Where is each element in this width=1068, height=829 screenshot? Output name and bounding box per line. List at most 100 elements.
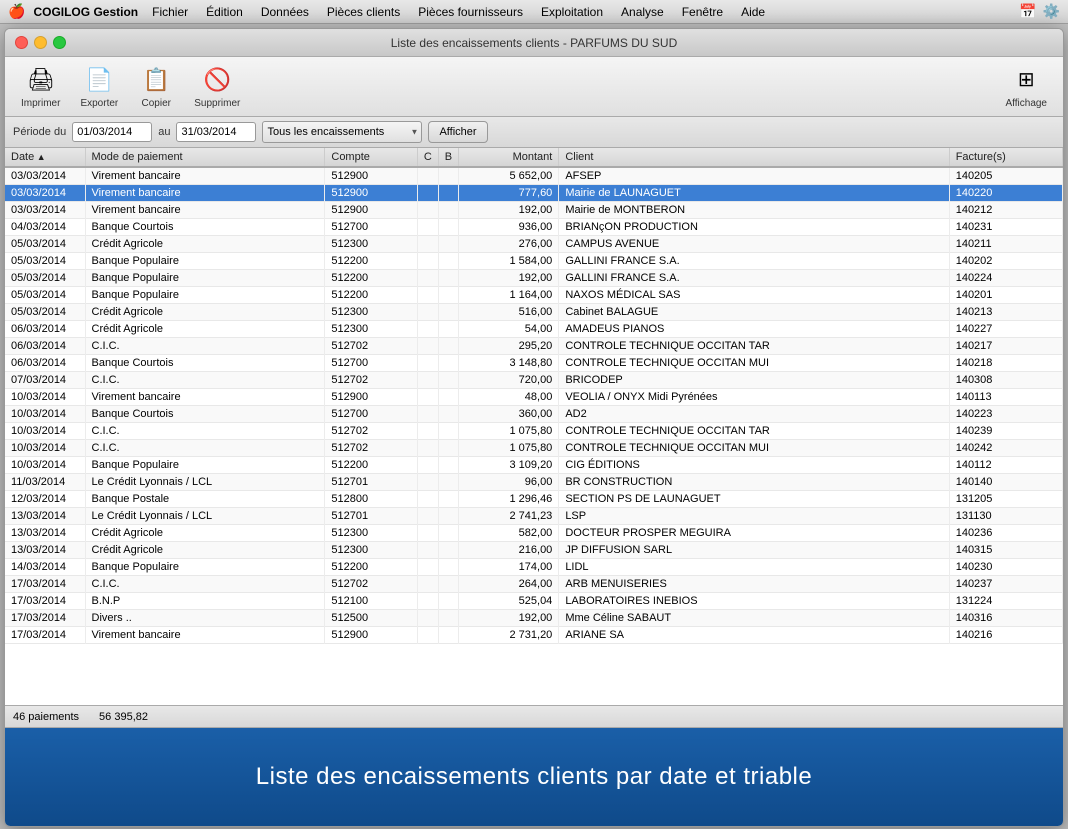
table-cell: 2 731,20: [459, 627, 559, 644]
table-row[interactable]: 06/03/2014C.I.C.512702295,20CONTROLE TEC…: [5, 338, 1063, 355]
col-factures[interactable]: Facture(s): [949, 148, 1062, 167]
table-row[interactable]: 11/03/2014Le Crédit Lyonnais / LCL512701…: [5, 474, 1063, 491]
table-row[interactable]: 07/03/2014C.I.C.512702720,00BRICODEP1403…: [5, 372, 1063, 389]
table-cell: 05/03/2014: [5, 287, 85, 304]
table-row[interactable]: 17/03/2014Virement bancaire5129002 731,2…: [5, 627, 1063, 644]
table-cell: 06/03/2014: [5, 338, 85, 355]
table-cell: ARIANE SA: [559, 627, 949, 644]
imprimer-label: Imprimer: [21, 98, 60, 109]
col-client[interactable]: Client: [559, 148, 949, 167]
bottom-banner-text: Liste des encaissements clients par date…: [256, 763, 812, 791]
date-from-input[interactable]: [72, 122, 152, 142]
table-cell: [438, 202, 458, 219]
afficher-button[interactable]: Afficher: [428, 121, 487, 143]
table-cell: 17/03/2014: [5, 610, 85, 627]
table-row[interactable]: 03/03/2014Virement bancaire512900777,60M…: [5, 185, 1063, 202]
table-row[interactable]: 05/03/2014Banque Populaire5122001 164,00…: [5, 287, 1063, 304]
table-cell: 512200: [325, 457, 417, 474]
table-row[interactable]: 14/03/2014Banque Populaire512200174,00LI…: [5, 559, 1063, 576]
table-cell: [417, 202, 438, 219]
table-cell: [438, 372, 458, 389]
menu-pieces-clients[interactable]: Pièces clients: [319, 0, 408, 24]
menu-aide[interactable]: Aide: [733, 0, 773, 24]
copier-button[interactable]: 📋 Copier: [130, 60, 182, 113]
table-row[interactable]: 10/03/2014C.I.C.5127021 075,80CONTROLE T…: [5, 423, 1063, 440]
filter-select[interactable]: Tous les encaissements Non lettrés Lettr…: [262, 121, 422, 143]
table-row[interactable]: 10/03/2014Banque Courtois512700360,00AD2…: [5, 406, 1063, 423]
table-row[interactable]: 13/03/2014Crédit Agricole512300582,00DOC…: [5, 525, 1063, 542]
table-cell: [417, 457, 438, 474]
table-cell: 03/03/2014: [5, 185, 85, 202]
table-cell: ARB MENUISERIES: [559, 576, 949, 593]
table-cell: Crédit Agricole: [85, 321, 325, 338]
table-row[interactable]: 06/03/2014Crédit Agricole51230054,00AMAD…: [5, 321, 1063, 338]
menu-exploitation[interactable]: Exploitation: [533, 0, 611, 24]
table-row[interactable]: 06/03/2014Banque Courtois5127003 148,80C…: [5, 355, 1063, 372]
col-c[interactable]: C: [417, 148, 438, 167]
table-cell: [438, 321, 458, 338]
col-b[interactable]: B: [438, 148, 458, 167]
close-button[interactable]: [15, 36, 28, 49]
app-name[interactable]: COGILOG Gestion: [33, 5, 138, 19]
table-cell: [438, 610, 458, 627]
table-row[interactable]: 17/03/2014C.I.C.512702264,00ARB MENUISER…: [5, 576, 1063, 593]
table-cell: 512701: [325, 508, 417, 525]
table-row[interactable]: 13/03/2014Crédit Agricole512300216,00JP …: [5, 542, 1063, 559]
maximize-button[interactable]: [53, 36, 66, 49]
table-cell: [417, 338, 438, 355]
table-cell: 17/03/2014: [5, 593, 85, 610]
table-row[interactable]: 10/03/2014Virement bancaire51290048,00VE…: [5, 389, 1063, 406]
table-row[interactable]: 05/03/2014Banque Populaire5122001 584,00…: [5, 253, 1063, 270]
table-cell: 512200: [325, 287, 417, 304]
table-cell: 03/03/2014: [5, 202, 85, 219]
menu-fenetre[interactable]: Fenêtre: [674, 0, 731, 24]
table-cell: 140315: [949, 542, 1062, 559]
table-row[interactable]: 10/03/2014Banque Populaire5122003 109,20…: [5, 457, 1063, 474]
col-mode[interactable]: Mode de paiement: [85, 148, 325, 167]
menu-pieces-fournisseurs[interactable]: Pièces fournisseurs: [410, 0, 531, 24]
minimize-button[interactable]: [34, 36, 47, 49]
menu-fichier[interactable]: Fichier: [144, 0, 196, 24]
filter-select-wrapper: Tous les encaissements Non lettrés Lettr…: [262, 121, 422, 143]
table-container[interactable]: Date Mode de paiement Compte C B Montant…: [5, 148, 1063, 706]
table-cell: 1 075,80: [459, 423, 559, 440]
table-cell: 14/03/2014: [5, 559, 85, 576]
affichage-button[interactable]: ⊞ Affichage: [997, 60, 1055, 113]
table-row[interactable]: 12/03/2014Banque Postale5128001 296,46SE…: [5, 491, 1063, 508]
supprimer-button[interactable]: 🚫 Supprimer: [186, 60, 248, 113]
window-content: 🖨 Imprimer 📄 Exporter 📋 Copier 🚫 Supprim…: [5, 57, 1063, 826]
menu-analyse[interactable]: Analyse: [613, 0, 672, 24]
imprimer-button[interactable]: 🖨 Imprimer: [13, 60, 68, 113]
table-row[interactable]: 17/03/2014Divers ..512500192,00Mme Célin…: [5, 610, 1063, 627]
table-cell: BRIANçON PRODUCTION: [559, 219, 949, 236]
table-row[interactable]: 10/03/2014C.I.C.5127021 075,80CONTROLE T…: [5, 440, 1063, 457]
table-cell: 525,04: [459, 593, 559, 610]
table-row[interactable]: 03/03/2014Virement bancaire512900192,00M…: [5, 202, 1063, 219]
table-cell: LIDL: [559, 559, 949, 576]
col-date[interactable]: Date: [5, 148, 85, 167]
table-row[interactable]: 05/03/2014Crédit Agricole512300516,00Cab…: [5, 304, 1063, 321]
table-row[interactable]: 03/03/2014Virement bancaire5129005 652,0…: [5, 167, 1063, 185]
col-compte[interactable]: Compte: [325, 148, 417, 167]
table-cell: 512900: [325, 627, 417, 644]
table-row[interactable]: 05/03/2014Crédit Agricole512300276,00CAM…: [5, 236, 1063, 253]
table-row[interactable]: 17/03/2014B.N.P512100525,04LABORATOIRES …: [5, 593, 1063, 610]
apple-menu[interactable]: 🍎: [8, 3, 25, 20]
table-cell: CONTROLE TECHNIQUE OCCITAN MUI: [559, 440, 949, 457]
table-cell: 512200: [325, 559, 417, 576]
menubar: 🍎 COGILOG Gestion Fichier Édition Donnée…: [0, 0, 1068, 24]
table-cell: [438, 167, 458, 185]
table-row[interactable]: 05/03/2014Banque Populaire512200192,00GA…: [5, 270, 1063, 287]
table-cell: 512300: [325, 236, 417, 253]
table-cell: [417, 423, 438, 440]
col-montant[interactable]: Montant: [459, 148, 559, 167]
menu-edition[interactable]: Édition: [198, 0, 251, 24]
table-cell: [417, 253, 438, 270]
date-to-input[interactable]: [176, 122, 256, 142]
table-cell: Banque Courtois: [85, 219, 325, 236]
table-cell: [438, 508, 458, 525]
table-row[interactable]: 13/03/2014Le Crédit Lyonnais / LCL512701…: [5, 508, 1063, 525]
menu-donnees[interactable]: Données: [253, 0, 317, 24]
exporter-button[interactable]: 📄 Exporter: [72, 60, 126, 113]
table-row[interactable]: 04/03/2014Banque Courtois512700936,00BRI…: [5, 219, 1063, 236]
